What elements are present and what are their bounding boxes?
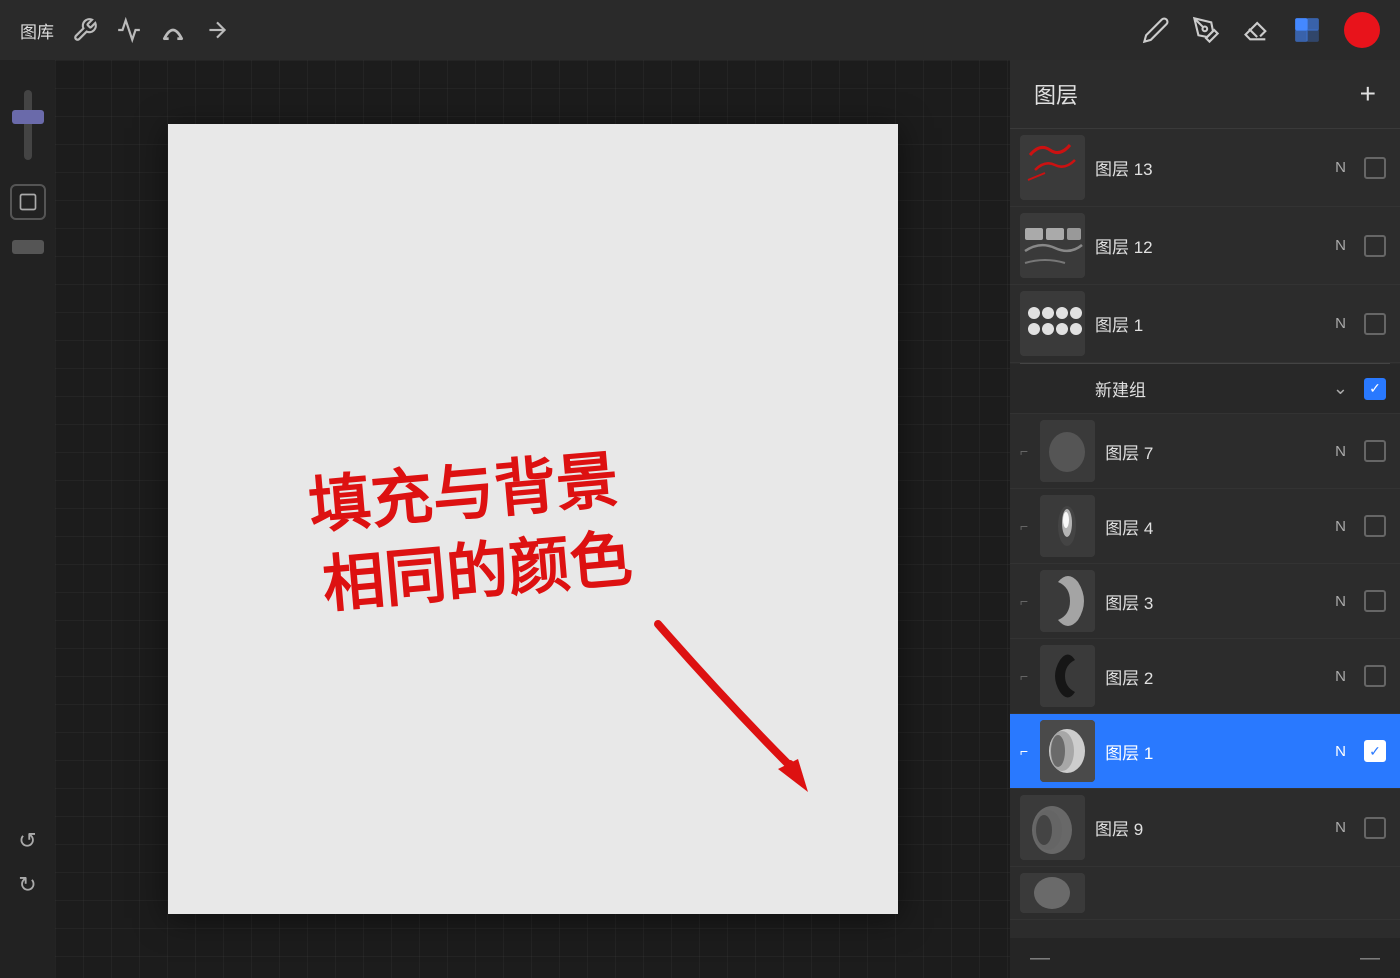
layer-thumbnail xyxy=(1040,420,1095,482)
layer-thumbnail xyxy=(1040,495,1095,557)
toolbar-left: 图库 xyxy=(20,17,230,43)
layer-item[interactable] xyxy=(1010,867,1400,920)
layer-item-active[interactable]: ⌐ 图层 1 N ✓ xyxy=(1010,714,1400,789)
layer-thumbnail xyxy=(1040,645,1095,707)
indent-marker: ⌐ xyxy=(1020,593,1028,609)
layer-item[interactable]: 图层 1 N xyxy=(1010,285,1400,363)
layer-thumbnail xyxy=(1020,291,1085,356)
gallery-button[interactable]: 图库 xyxy=(20,18,54,43)
layers-title: 图层 xyxy=(1034,78,1078,110)
layer-mode: N xyxy=(1335,159,1346,176)
redo-button[interactable]: ↻ xyxy=(18,872,36,898)
indent-marker: ⌐ xyxy=(1020,668,1028,684)
layer-mode: N xyxy=(1335,237,1346,254)
layer-name: 图层 13 xyxy=(1095,155,1325,180)
layer-thumbnail xyxy=(1020,873,1085,913)
wrench-icon[interactable] xyxy=(72,17,98,43)
layer-item[interactable]: 图层 9 N xyxy=(1010,789,1400,867)
layer-visibility-checkbox[interactable] xyxy=(1364,157,1386,179)
layer-thumbnail xyxy=(1020,795,1085,860)
layer-mode: N xyxy=(1335,668,1346,685)
brush-size-slider[interactable] xyxy=(24,90,32,160)
layer-thumbnail xyxy=(1040,720,1095,782)
layer-visibility-checkbox[interactable] xyxy=(1364,440,1386,462)
layer-name: 图层 3 xyxy=(1105,589,1325,614)
layer-item[interactable]: ⌐ 图层 4 N xyxy=(1010,489,1400,564)
layer-thumbnail xyxy=(1040,570,1095,632)
layer-mode: N xyxy=(1335,518,1346,535)
layers-tool-icon[interactable] xyxy=(1292,15,1322,45)
layer-item[interactable]: ⌐ 图层 3 N xyxy=(1010,564,1400,639)
toolbar-right xyxy=(1142,12,1380,48)
layer-visibility-checkbox[interactable] xyxy=(1364,313,1386,335)
layer-visibility-checkbox[interactable] xyxy=(1364,590,1386,612)
layer-item[interactable]: 图层 12 N xyxy=(1010,207,1400,285)
annotation-overlay: 填充与背景 相同的颜色 xyxy=(168,124,898,914)
layer-mode: N xyxy=(1335,819,1346,836)
layer-visibility-checkbox[interactable] xyxy=(1364,665,1386,687)
layer-name: 图层 7 xyxy=(1105,439,1325,464)
layer-mode: N xyxy=(1335,743,1346,760)
layers-footer: — — xyxy=(1010,938,1400,978)
left-sidebar: ↺ ↻ xyxy=(0,60,55,978)
layer-item[interactable]: ⌐ 图层 7 N xyxy=(1010,414,1400,489)
layer-visibility-checkbox[interactable] xyxy=(1364,235,1386,257)
curve-icon[interactable] xyxy=(160,17,186,43)
marker-tool-icon[interactable] xyxy=(1192,16,1220,44)
layer-name: 图层 1 xyxy=(1095,311,1325,336)
indent-marker: ⌐ xyxy=(1020,443,1028,459)
layer-item[interactable]: 图层 13 N xyxy=(1010,129,1400,207)
top-toolbar: 图库 xyxy=(0,0,1400,60)
layer-thumbnail xyxy=(1020,135,1085,200)
layers-header: 图层 + xyxy=(1010,60,1400,129)
svg-text:填充与背景: 填充与背景 xyxy=(306,446,621,542)
layers-list: 图层 13 N 图层 12 N xyxy=(1010,129,1400,938)
layer-mode: N xyxy=(1335,593,1346,610)
layer-name: 图层 4 xyxy=(1105,514,1325,539)
collapse-icon[interactable]: ⌄ xyxy=(1333,378,1348,399)
indent-marker: ⌐ xyxy=(1020,743,1028,759)
layer-name: 图层 12 xyxy=(1095,233,1325,258)
layer-thumbnail xyxy=(1020,213,1085,278)
checkmark-icon: ✓ xyxy=(1369,380,1381,397)
slider-thumb[interactable] xyxy=(12,110,44,124)
indent-marker: ⌐ xyxy=(1020,518,1028,534)
layer-name: 图层 9 xyxy=(1095,815,1325,840)
layer-group-header[interactable]: 新建组 ⌄ ✓ xyxy=(1010,364,1400,414)
eraser-tool-icon[interactable] xyxy=(1242,16,1270,44)
footer-right-icon[interactable]: — xyxy=(1360,947,1380,970)
footer-left-icon[interactable]: — xyxy=(1030,947,1050,970)
layer-name: 图层 2 xyxy=(1105,664,1325,689)
svg-text:相同的颜色: 相同的颜色 xyxy=(320,525,635,621)
arrow-icon[interactable] xyxy=(204,17,230,43)
layers-panel: 图层 + 图层 13 N xyxy=(1010,60,1400,978)
checkmark-icon: ✓ xyxy=(1369,743,1381,760)
group-visibility-checkbox[interactable]: ✓ xyxy=(1364,378,1386,400)
layer-name: 图层 1 xyxy=(1105,739,1325,764)
color-dot[interactable] xyxy=(1344,12,1380,48)
canvas-paper: 填充与背景 相同的颜色 xyxy=(168,124,898,914)
undo-button[interactable]: ↺ xyxy=(18,828,36,854)
layer-visibility-checkbox[interactable]: ✓ xyxy=(1364,740,1386,762)
pen-tool-icon[interactable] xyxy=(1142,16,1170,44)
layer-mode: N xyxy=(1335,443,1346,460)
layer-item[interactable]: ⌐ 图层 2 N xyxy=(1010,639,1400,714)
layer-visibility-checkbox[interactable] xyxy=(1364,515,1386,537)
layer-mode: N xyxy=(1335,315,1346,332)
opacity-slider[interactable] xyxy=(12,240,44,254)
add-layer-button[interactable]: + xyxy=(1360,78,1376,110)
canvas-area[interactable]: 填充与背景 相同的颜色 xyxy=(55,60,1010,978)
selection-tool-icon[interactable] xyxy=(10,184,46,220)
layer-visibility-checkbox[interactable] xyxy=(1364,817,1386,839)
magic-icon[interactable] xyxy=(116,17,142,43)
group-name: 新建组 xyxy=(1095,376,1323,401)
